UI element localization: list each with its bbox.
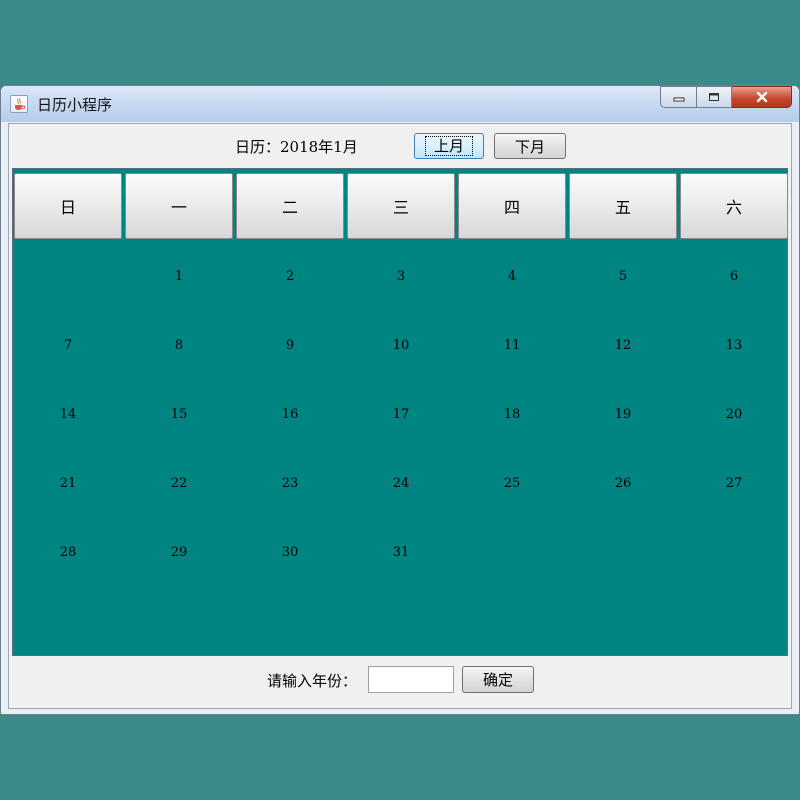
confirm-button[interactable]: 确定 bbox=[462, 666, 534, 693]
day-cell: 22 bbox=[170, 476, 188, 491]
weekday-mon-button[interactable]: 一 bbox=[125, 173, 233, 239]
maximize-icon bbox=[709, 93, 719, 101]
weekday-thu-button[interactable]: 四 bbox=[458, 173, 566, 239]
day-cell: 25 bbox=[503, 476, 521, 491]
day-cell: 9 bbox=[285, 338, 295, 353]
day-cell: 21 bbox=[59, 476, 77, 491]
header-bar: 日历：2018年1月 上月 下月 bbox=[9, 124, 791, 168]
day-cell: 11 bbox=[503, 338, 521, 353]
weekday-tue-button[interactable]: 二 bbox=[236, 173, 344, 239]
day-cell: 3 bbox=[396, 269, 406, 284]
minimize-icon bbox=[673, 97, 684, 102]
day-cell: 7 bbox=[63, 338, 73, 353]
weekday-fri-button[interactable]: 五 bbox=[569, 173, 677, 239]
day-cell: 14 bbox=[59, 407, 77, 422]
footer-bar: 请输入年份： 确定 bbox=[9, 656, 791, 708]
prev-month-button[interactable]: 上月 bbox=[414, 133, 484, 159]
window-title: 日历小程序 bbox=[37, 96, 113, 114]
maximize-button[interactable] bbox=[696, 86, 732, 108]
app-window: 日历小程序 日历：2018年1月 上月 下月 日 一 二 三 四 五 六 1 2… bbox=[0, 85, 800, 715]
minimize-button[interactable] bbox=[660, 86, 696, 108]
day-cell bbox=[679, 545, 789, 565]
close-button[interactable] bbox=[732, 86, 792, 108]
day-cell: 1 bbox=[174, 269, 184, 284]
day-cell: 24 bbox=[392, 476, 410, 491]
day-cell: 28 bbox=[59, 545, 77, 560]
calendar-grid: 日 一 二 三 四 五 六 1 2 3 4 5 6 7 8 9 10 11 12… bbox=[12, 168, 788, 656]
close-icon bbox=[756, 91, 767, 103]
day-cell: 20 bbox=[725, 407, 743, 422]
day-cell: 16 bbox=[281, 407, 299, 422]
day-cell: 12 bbox=[614, 338, 632, 353]
day-cell: 15 bbox=[170, 407, 188, 422]
year-input-label: 请输入年份： bbox=[267, 672, 358, 690]
day-cell: 29 bbox=[170, 545, 188, 560]
day-cell: 23 bbox=[281, 476, 299, 491]
weekday-sun-button[interactable]: 日 bbox=[14, 173, 122, 239]
title-bar[interactable]: 日历小程序 bbox=[1, 86, 799, 122]
prev-month-label: 上月 bbox=[424, 136, 473, 156]
weekday-sat-button[interactable]: 六 bbox=[680, 173, 788, 239]
next-month-button[interactable]: 下月 bbox=[494, 133, 566, 159]
calendar-label: 日历：2018年1月 bbox=[235, 138, 358, 156]
day-cell bbox=[13, 269, 123, 289]
weekday-header-row: 日 一 二 三 四 五 六 bbox=[13, 173, 788, 239]
day-cell: 2 bbox=[285, 269, 295, 284]
year-input[interactable] bbox=[368, 666, 454, 693]
day-cell: 6 bbox=[729, 269, 739, 284]
day-cell: 19 bbox=[614, 407, 632, 422]
day-cell: 26 bbox=[614, 476, 632, 491]
day-cell bbox=[568, 545, 678, 565]
weekday-wed-button[interactable]: 三 bbox=[347, 173, 455, 239]
java-cup-icon[interactable] bbox=[10, 95, 28, 113]
day-cell: 8 bbox=[174, 338, 184, 353]
day-cell: 5 bbox=[618, 269, 628, 284]
day-cell: 17 bbox=[392, 407, 410, 422]
day-cell: 18 bbox=[503, 407, 521, 422]
day-cell: 10 bbox=[392, 338, 410, 353]
day-cell: 31 bbox=[392, 545, 410, 560]
day-cell: 4 bbox=[507, 269, 517, 284]
day-cell: 30 bbox=[281, 545, 299, 560]
day-cell: 13 bbox=[725, 338, 743, 353]
day-cell: 27 bbox=[725, 476, 743, 491]
day-cell bbox=[457, 545, 567, 565]
content-panel: 日历：2018年1月 上月 下月 日 一 二 三 四 五 六 1 2 3 4 5 bbox=[8, 123, 792, 709]
